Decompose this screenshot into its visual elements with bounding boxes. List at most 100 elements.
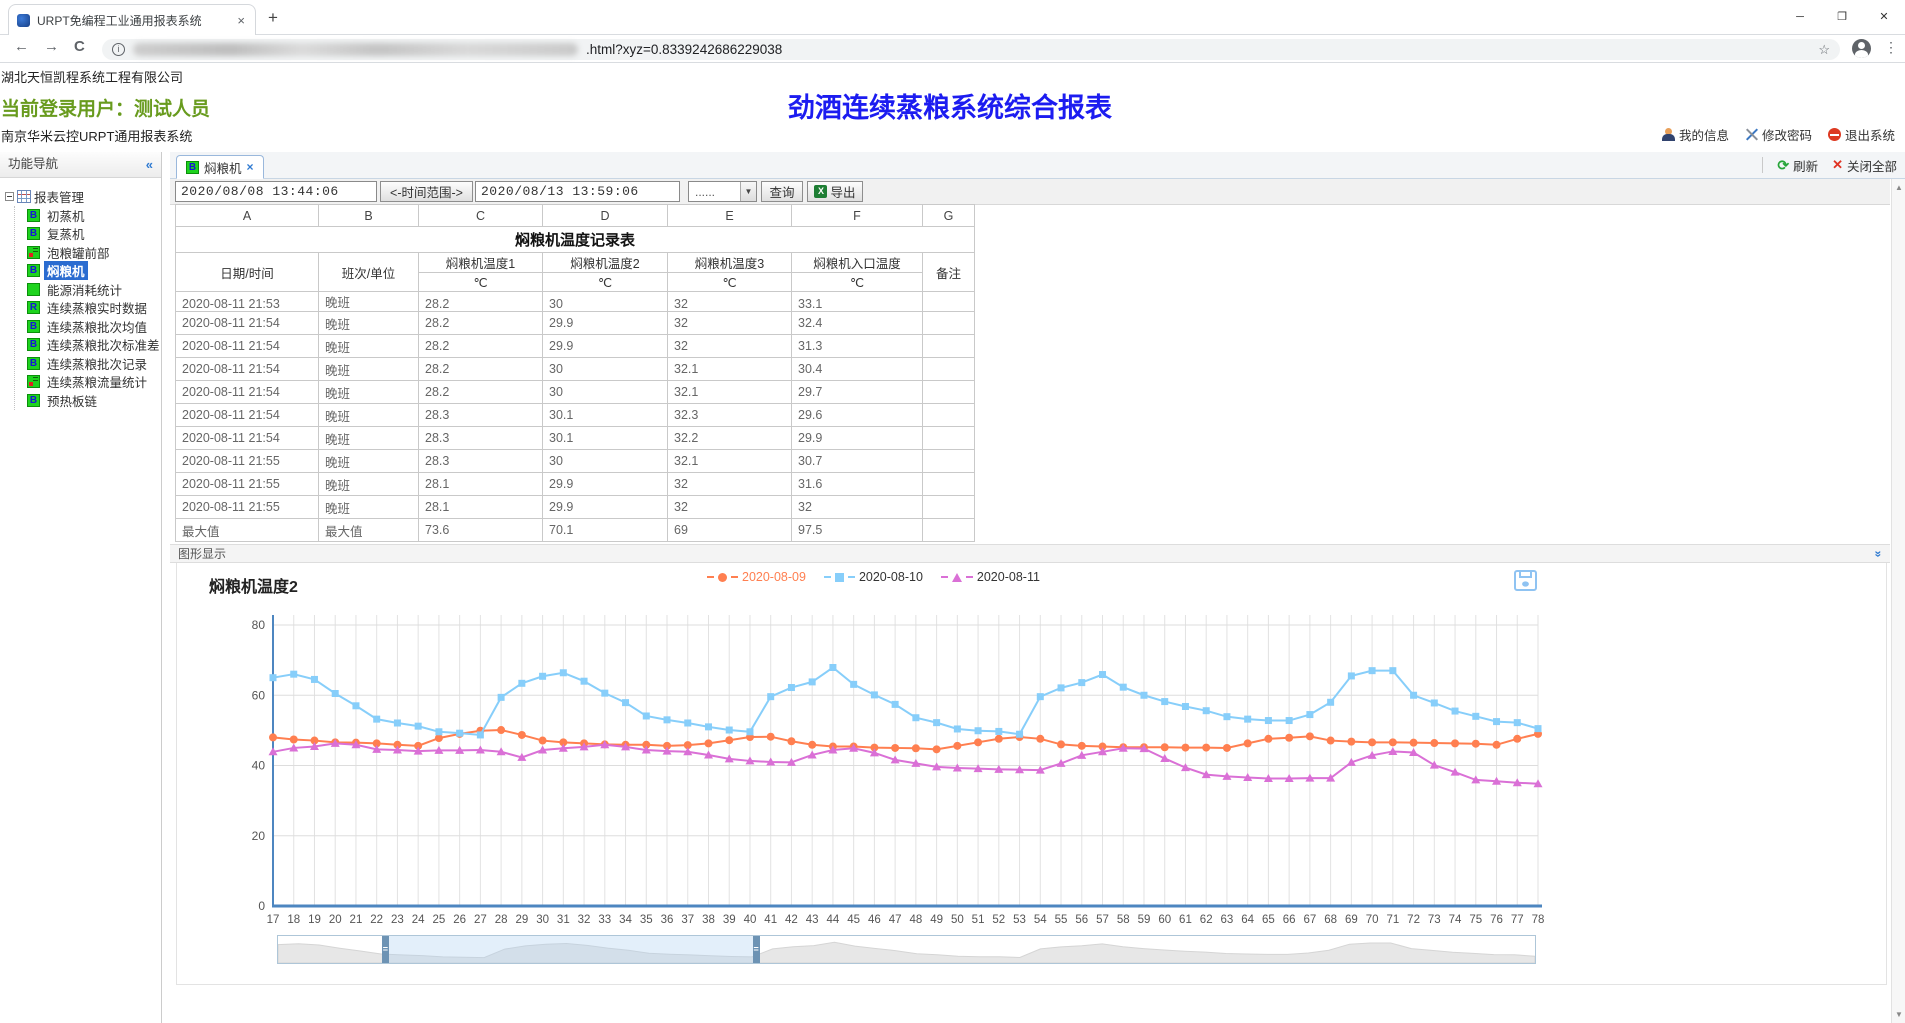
sidebar-item-预热板链[interactable]: B预热板链 (17, 391, 161, 410)
table-row[interactable]: 2020-08-11 21:54晚班28.229.93232.4 (176, 312, 975, 335)
tools-icon (1745, 128, 1758, 141)
graph-section-bar[interactable]: 图形显示 » (170, 544, 1890, 563)
sidebar-item-泡粮罐前部[interactable]: 泡粮罐前部 (17, 243, 161, 262)
browser-menu-icon[interactable]: ⋮ (1884, 39, 1898, 56)
chart-panel: 焖粮机温度2 2020-08-092020-08-102020-08-11 02… (176, 563, 1887, 985)
table-row[interactable]: 2020-08-11 21:54晚班28.229.93231.3 (176, 335, 975, 358)
export-button[interactable]: X 导出 (807, 181, 863, 202)
legend-item-2020-08-11[interactable]: 2020-08-11 (941, 570, 1040, 584)
svg-text:41: 41 (764, 914, 777, 926)
sidebar-item-连续蒸粮批次记录[interactable]: B连续蒸粮批次记录 (17, 354, 161, 373)
close-all-button[interactable]: ✕ 关闭全部 (1832, 156, 1897, 175)
svg-text:31: 31 (557, 914, 570, 926)
datazoom-right-handle[interactable]: = (753, 936, 760, 963)
forward-icon[interactable]: → (44, 38, 59, 55)
sidebar-collapse-icon[interactable]: « (146, 152, 153, 177)
reload-icon[interactable]: C (74, 38, 85, 55)
sidebar-item-连续蒸粮批次均值[interactable]: B连续蒸粮批次均值 (17, 317, 161, 336)
logout-link[interactable]: 退出系统 (1828, 125, 1895, 144)
legend-label: 2020-08-09 (742, 570, 806, 584)
table-row[interactable]: 2020-08-11 21:54晚班28.330.132.329.6 (176, 404, 975, 427)
report-icon: B (27, 209, 40, 222)
line-chart[interactable]: 0204060801718192021222324252627282930313… (201, 590, 1881, 938)
tree-root-report-management[interactable]: 报表管理 (5, 186, 161, 206)
svg-text:73: 73 (1428, 914, 1441, 926)
browser-tab[interactable]: URPT免编程工业通用报表系统 × (8, 4, 256, 35)
record-table: A B C D E F G 焖粮机温度记录表 日期/时间 班次/单位 焖粮机温度… (175, 204, 975, 542)
table-row[interactable]: 2020-08-11 21:55晚班28.33032.130.7 (176, 450, 975, 473)
sidebar-item-复蒸机[interactable]: B复蒸机 (17, 225, 161, 244)
bookmark-star-icon[interactable]: ☆ (1818, 42, 1830, 58)
current-user-label: 当前登录用户：测试人员 (1, 94, 210, 121)
triangle-marker-icon (952, 573, 962, 582)
end-time-input[interactable]: 2020/08/13 13:59:06 (475, 181, 680, 202)
svg-text:30: 30 (536, 914, 549, 926)
svg-text:64: 64 (1241, 914, 1254, 926)
svg-text:69: 69 (1345, 914, 1358, 926)
page-title: 劲酒连续蒸粮系统综合报表 (788, 86, 1112, 125)
table-row[interactable]: 2020-08-11 21:54晚班28.23032.130.4 (176, 358, 975, 381)
report-icon (27, 283, 40, 296)
square-marker-icon (835, 573, 844, 582)
sidebar-item-焖粮机[interactable]: B焖粮机 (17, 262, 161, 281)
profile-avatar[interactable] (1852, 39, 1871, 58)
svg-text:57: 57 (1096, 914, 1109, 926)
datazoom-slider[interactable]: = = (277, 935, 1536, 964)
address-bar[interactable]: i .html?xyz=0.8339242686229038 ☆ (102, 39, 1840, 60)
report-icon: B (27, 338, 40, 351)
change-password-link[interactable]: 修改密码 (1745, 125, 1812, 144)
svg-text:68: 68 (1324, 914, 1337, 926)
svg-text:20: 20 (252, 829, 266, 843)
table-row[interactable]: 2020-08-11 21:54晚班28.330.132.229.9 (176, 427, 975, 450)
legend-item-2020-08-09[interactable]: 2020-08-09 (707, 570, 806, 584)
sidebar-item-连续蒸粮实时数据[interactable]: R连续蒸粮实时数据 (17, 299, 161, 318)
table-row[interactable]: 2020-08-11 21:55晚班28.129.93231.6 (176, 473, 975, 496)
tab-close-icon[interactable]: × (235, 13, 247, 28)
window-minimize-button[interactable]: ─ (1779, 0, 1821, 34)
svg-text:60: 60 (1158, 914, 1171, 926)
svg-text:39: 39 (723, 914, 736, 926)
table-header-row: 日期/时间 班次/单位 焖粮机温度1 焖粮机温度2 焖粮机温度3 焖粮机入口温度… (176, 253, 975, 273)
datazoom-selected-range[interactable] (385, 936, 756, 963)
table-row[interactable]: 最大值最大值73.670.16997.5 (176, 519, 975, 542)
collapse-chevron-icon[interactable]: » (1870, 551, 1888, 558)
svg-text:52: 52 (992, 914, 1005, 926)
svg-text:63: 63 (1221, 914, 1234, 926)
svg-text:18: 18 (287, 914, 300, 926)
scroll-down-icon[interactable]: ▼ (1892, 1010, 1905, 1019)
content-tabbar: B 焖粮机 × ⟳ 刷新 ✕ 关闭全部 (170, 152, 1905, 179)
window-close-button[interactable]: ✕ (1863, 0, 1905, 34)
new-tab-button[interactable]: + (268, 8, 278, 28)
svg-text:74: 74 (1449, 914, 1462, 926)
svg-text:66: 66 (1283, 914, 1296, 926)
table-row[interactable]: 2020-08-11 21:53晚班28.2303233.1 (176, 292, 975, 312)
back-icon[interactable]: ← (14, 38, 29, 55)
start-time-input[interactable]: 2020/08/08 13:44:06 (175, 181, 377, 202)
sidebar-item-label: 连续蒸粮流量统计 (44, 372, 150, 391)
sidebar-item-初蒸机[interactable]: B初蒸机 (17, 206, 161, 225)
tab-menliangji[interactable]: B 焖粮机 × (176, 155, 264, 179)
query-button[interactable]: 查询 (761, 181, 803, 202)
legend-item-2020-08-10[interactable]: 2020-08-10 (824, 570, 923, 584)
my-info-link[interactable]: 我的信息 (1662, 125, 1729, 144)
sidebar-item-label: 连续蒸粮批次均值 (44, 317, 150, 336)
sidebar-item-连续蒸粮批次标准差[interactable]: B连续蒸粮批次标准差 (17, 336, 161, 355)
content-scrollbar[interactable]: ▲ ▼ (1891, 179, 1905, 1023)
table-row[interactable]: 2020-08-11 21:55晚班28.129.93232 (176, 496, 975, 519)
table-title-row: 焖粮机温度记录表 (176, 227, 975, 253)
sidebar-item-label: 泡粮罐前部 (44, 243, 113, 262)
sidebar-item-连续蒸粮流量统计[interactable]: 连续蒸粮流量统计 (17, 373, 161, 392)
refresh-button[interactable]: ⟳ 刷新 (1777, 156, 1818, 175)
time-range-button[interactable]: <-时间范围-> (380, 181, 473, 202)
svg-text:34: 34 (619, 914, 632, 926)
datazoom-left-handle[interactable]: = (382, 936, 389, 963)
scroll-up-icon[interactable]: ▲ (1892, 183, 1905, 192)
tree-expander-icon[interactable] (5, 192, 14, 201)
svg-text:61: 61 (1179, 914, 1192, 926)
table-row[interactable]: 2020-08-11 21:54晚班28.23032.129.7 (176, 381, 975, 404)
filter-dropdown[interactable]: ...... ▼ (688, 181, 757, 202)
tab-close-x-icon[interactable]: × (247, 160, 254, 174)
sidebar-item-能源消耗统计[interactable]: 能源消耗统计 (17, 280, 161, 299)
window-maximize-button[interactable]: ❐ (1821, 0, 1863, 34)
page-info-icon[interactable]: i (112, 43, 125, 56)
